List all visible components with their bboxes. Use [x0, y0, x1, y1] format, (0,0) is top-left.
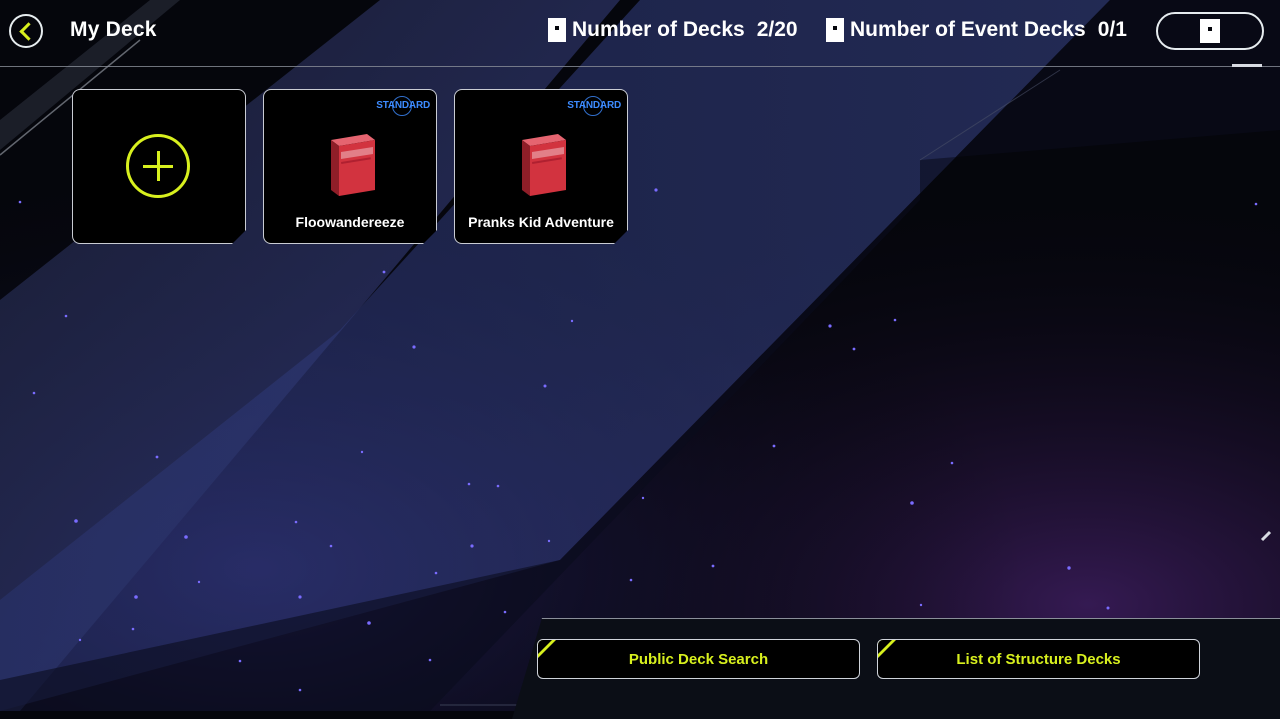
header-accent: [1232, 64, 1262, 67]
page-title: My Deck: [70, 18, 157, 41]
create-deck-tile[interactable]: [72, 89, 246, 244]
standard-badge: STANDARD: [567, 100, 621, 111]
back-arrow-icon: [19, 21, 38, 41]
deck-box-icon: [323, 132, 379, 198]
deck-icon: [548, 18, 566, 42]
deck-box-icon: [514, 132, 570, 198]
event-deck-icon: [826, 18, 844, 42]
button-accent-corner: [878, 640, 898, 660]
deck-tile[interactable]: STANDARD Pranks Kid Adventure: [454, 89, 628, 244]
structure-decks-label: List of Structure Decks: [956, 650, 1121, 668]
header-bar: My Deck Number of Decks 2/20 Number of E…: [0, 0, 1280, 64]
deck-count-stat: Number of Decks 2/20: [548, 18, 798, 42]
public-deck-search-button[interactable]: Public Deck Search: [537, 639, 860, 679]
deck-name: Pranks Kid Adventure: [468, 214, 614, 230]
deck-count-label: Number of Decks: [572, 18, 745, 41]
back-button[interactable]: [9, 14, 43, 48]
button-accent-corner: [538, 640, 558, 660]
header-divider: [0, 66, 1280, 67]
deck-tile[interactable]: STANDARD Floowandereeze: [263, 89, 437, 244]
standard-badge: STANDARD: [376, 100, 430, 111]
event-deck-count-value: 0/1: [1097, 18, 1127, 41]
public-deck-search-label: Public Deck Search: [628, 650, 769, 668]
event-deck-count-stat: Number of Event Decks 0/1: [826, 18, 1127, 42]
event-deck-count-label: Number of Event Decks: [850, 18, 1086, 41]
card-menu-button[interactable]: [1156, 12, 1264, 50]
card-icon: [1200, 19, 1220, 43]
deck-count-value: 2/20: [756, 18, 798, 41]
plus-icon: [126, 134, 190, 198]
structure-decks-button[interactable]: List of Structure Decks: [877, 639, 1200, 679]
deck-name: Floowandereeze: [295, 214, 405, 230]
